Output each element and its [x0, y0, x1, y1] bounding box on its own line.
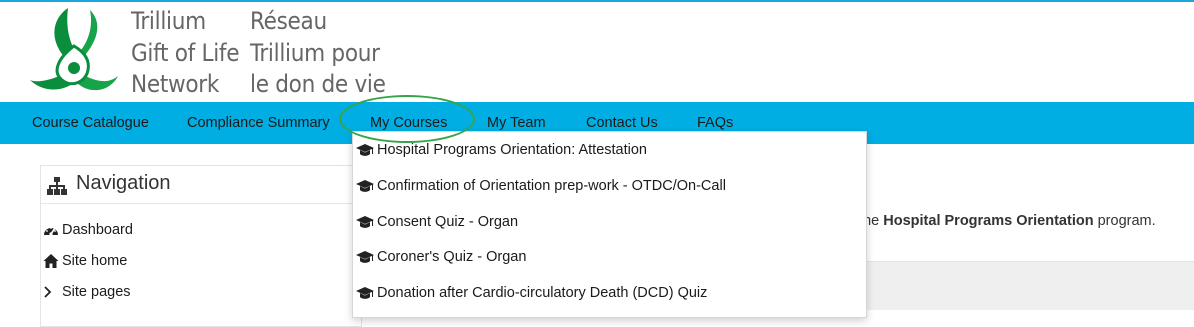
- graduation-cap-icon: [356, 216, 374, 228]
- dropdown-item-label: Confirmation of Orientation prep-work - …: [377, 178, 726, 194]
- dropdown-item-label: Hospital Programs Orientation: Attestati…: [377, 142, 647, 158]
- nav-course-catalogue[interactable]: Course Catalogue: [32, 102, 149, 144]
- program-description: e the Hospital Programs Orientation prog…: [847, 213, 1156, 229]
- my-courses-dropdown: Hospital Programs Orientation: Attestati…: [352, 131, 867, 318]
- logo-en-line: Network: [131, 70, 220, 98]
- nav-link-site-pages[interactable]: Site pages: [62, 284, 131, 300]
- graduation-cap-icon: [356, 180, 374, 192]
- top-border-line: [0, 0, 1194, 2]
- site-logo[interactable]: Trillium Gift of Life Network Réseau Tri…: [28, 6, 388, 100]
- dropdown-item[interactable]: Confirmation of Orientation prep-work - …: [356, 174, 726, 198]
- dropdown-item-label: Donation after Cardio-circulatory Death …: [377, 285, 708, 301]
- tachometer-icon: [44, 227, 58, 236]
- logo-text-french: Réseau Trillium pour le don de vie: [250, 6, 386, 101]
- dropdown-item-label: Coroner's Quiz - Organ: [377, 249, 527, 265]
- program-text-suffix: program.: [1093, 213, 1156, 229]
- content-panel: [840, 261, 1194, 310]
- navigation-title: Navigation: [76, 172, 171, 194]
- logo-fr-line: Réseau: [250, 7, 327, 35]
- dropdown-item[interactable]: Donation after Cardio-circulatory Death …: [356, 281, 708, 305]
- navigation-block: Navigation: [40, 165, 362, 327]
- graduation-cap-icon: [356, 287, 374, 299]
- nav-link-dashboard[interactable]: Dashboard: [62, 222, 133, 238]
- chevron-right-icon[interactable]: [43, 285, 53, 299]
- dropdown-item[interactable]: Hospital Programs Orientation: Attestati…: [356, 138, 647, 162]
- nav-compliance-summary[interactable]: Compliance Summary: [187, 102, 330, 144]
- home-icon: [43, 254, 59, 268]
- dropdown-item[interactable]: Coroner's Quiz - Organ: [356, 245, 527, 269]
- logo-en-line: Gift of Life: [131, 38, 240, 67]
- nav-link-site-home[interactable]: Site home: [62, 253, 127, 269]
- sitemap-icon: [47, 177, 67, 195]
- logo-text-english: Trillium Gift of Life Network: [131, 6, 239, 101]
- trillium-logo-icon: [30, 8, 118, 91]
- logo-fr-line: le don de vie: [250, 70, 386, 98]
- dropdown-item-label: Consent Quiz - Organ: [377, 214, 519, 230]
- logo-fr-line: Trillium pour: [250, 38, 380, 67]
- graduation-cap-icon: [356, 144, 374, 156]
- navigation-block-header: Navigation: [41, 166, 361, 204]
- logo-en-line: Trillium: [131, 7, 206, 35]
- dropdown-item[interactable]: Consent Quiz - Organ: [356, 210, 519, 234]
- graduation-cap-icon: [356, 251, 374, 263]
- program-name: Hospital Programs Orientation: [883, 213, 1094, 229]
